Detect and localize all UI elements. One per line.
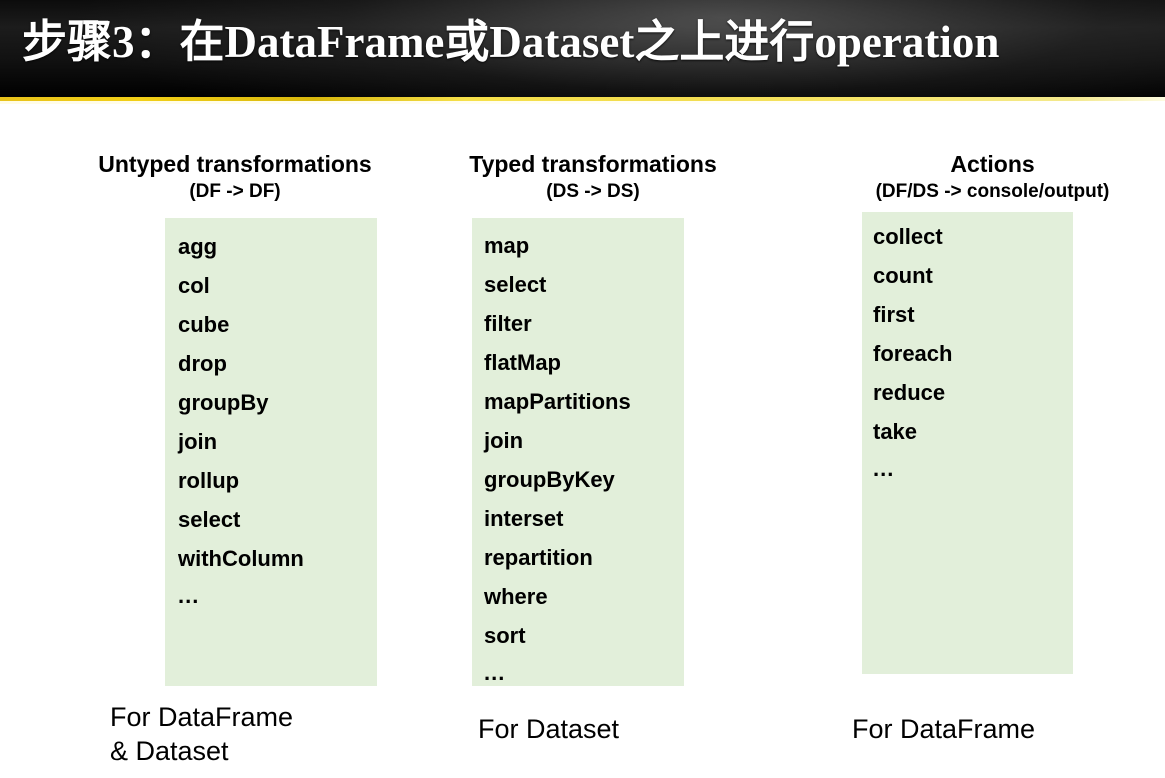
column-1-subheading: (DF -> DF) (189, 181, 281, 202)
list-item-ellipsis: ... (484, 660, 506, 685)
list-item: groupBy (178, 390, 269, 415)
list-item: repartition (484, 545, 593, 570)
list-item: rollup (178, 468, 240, 493)
title-accent-rule-glow (0, 101, 1165, 104)
column-1-caption: For DataFrame & Dataset (110, 702, 294, 766)
list-item: join (484, 428, 524, 453)
list-item: cube (178, 312, 230, 337)
list-item: flatMap (484, 350, 561, 375)
column-3-header: Actions (DF/DS -> console/output) (820, 150, 1165, 204)
list-item: select (178, 507, 241, 532)
column-2-header: Typed transformations (DS -> DS) (428, 150, 758, 204)
column-2-caption: For Dataset (478, 714, 620, 744)
list-item: foreach (873, 341, 953, 366)
list-item: count (873, 263, 933, 288)
list-item: first (873, 302, 915, 327)
list-item-ellipsis: ... (873, 456, 895, 481)
list-item: join (178, 429, 218, 454)
page-title: 步骤3：在DataFrame或Dataset之上进行operation (22, 17, 1000, 67)
list-item: sort (484, 623, 526, 648)
column-2-subheading: (DS -> DS) (546, 181, 640, 202)
list-item: reduce (873, 380, 946, 405)
list-item: filter (484, 311, 532, 336)
column-3-caption: For DataFrame (852, 714, 1036, 744)
list-item: mapPartitions (484, 389, 631, 414)
list-item: interset (484, 506, 564, 531)
list-item: where (484, 584, 548, 609)
list-item: agg (178, 234, 218, 259)
slide-canvas: 步骤3：在DataFrame或Dataset之上进行operation Unty… (0, 0, 1165, 778)
column-2-heading: Typed transformations (469, 151, 717, 177)
list-item-ellipsis: ... (178, 583, 200, 608)
slide-title-bar: 步骤3：在DataFrame或Dataset之上进行operation (0, 0, 1165, 97)
column-1-heading: Untyped transformations (98, 151, 372, 177)
list-item: map (484, 233, 530, 258)
list-item: select (484, 272, 547, 297)
list-item: drop (178, 351, 227, 376)
list-item: take (873, 419, 918, 444)
list-item: col (178, 273, 210, 298)
column-3-heading: Actions (950, 151, 1035, 177)
column-1-header: Untyped transformations (DF -> DF) (60, 150, 410, 204)
list-item: withColumn (178, 546, 304, 571)
list-item: collect (873, 224, 943, 249)
column-3-subheading: (DF/DS -> console/output) (875, 181, 1110, 202)
list-item: groupByKey (484, 467, 615, 492)
